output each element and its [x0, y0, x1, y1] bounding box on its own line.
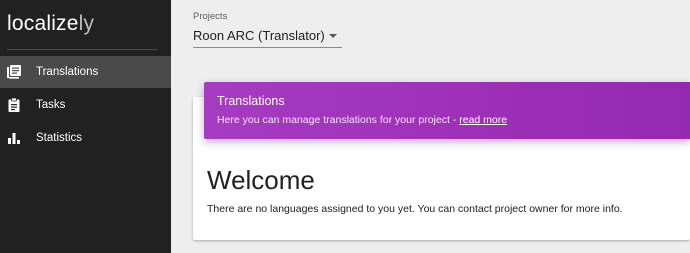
sidebar: localizely Translations Tasks Statistics: [0, 0, 171, 253]
banner-title: Translations: [217, 94, 285, 108]
project-select-value: Roon ARC (Translator): [193, 28, 325, 43]
dropdown-arrow-icon: [329, 34, 337, 38]
app-logo[interactable]: localizely: [7, 10, 94, 38]
project-select[interactable]: Roon ARC (Translator): [193, 25, 342, 48]
welcome-title: Welcome: [207, 165, 315, 195]
main-content: Projects Roon ARC (Translator) Translati…: [171, 0, 690, 253]
banner-description: Here you can manage translations for you…: [217, 114, 460, 126]
sidebar-item-label: Translations: [36, 66, 99, 78]
projects-label: Projects: [193, 11, 228, 22]
sidebar-item-statistics[interactable]: Statistics: [0, 122, 171, 154]
app: localizely Translations Tasks Statistics…: [0, 0, 690, 253]
bar-chart-icon: [6, 130, 22, 146]
sidebar-item-translations[interactable]: Translations: [0, 56, 171, 88]
banner-text: Here you can manage translations for you…: [217, 113, 507, 127]
translations-icon: [6, 64, 22, 80]
logo-text-strong: localize: [7, 12, 79, 35]
welcome-message: There are no languages assigned to you y…: [207, 203, 623, 215]
clipboard-icon: [6, 97, 22, 113]
sidebar-item-label: Statistics: [36, 132, 83, 144]
read-more-link[interactable]: read more: [459, 114, 507, 126]
sidebar-nav: Translations Tasks Statistics: [0, 56, 171, 155]
sidebar-item-tasks[interactable]: Tasks: [0, 89, 171, 121]
logo-divider: [7, 49, 158, 50]
translations-banner: Translations Here you can manage transla…: [204, 82, 690, 139]
logo-text-light: ly: [78, 12, 95, 35]
sidebar-item-label: Tasks: [36, 99, 66, 111]
